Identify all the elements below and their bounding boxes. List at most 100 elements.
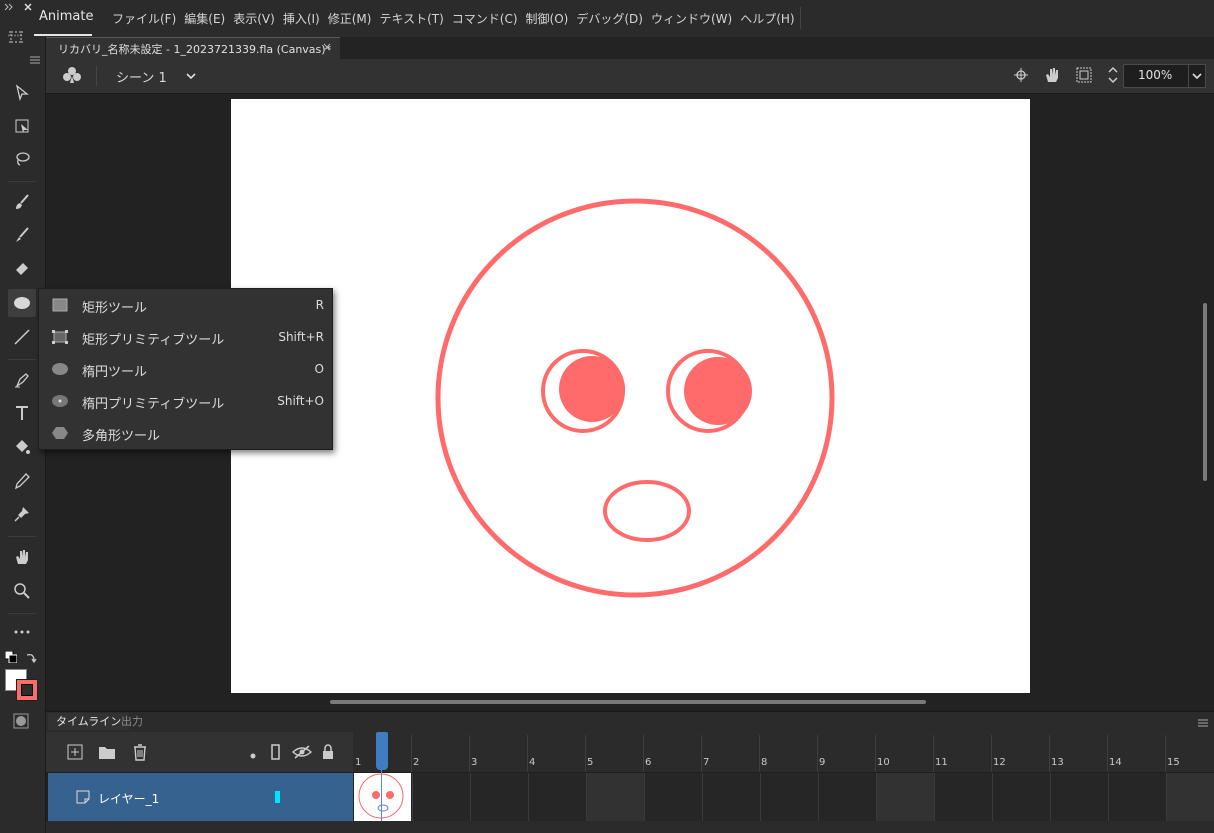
frame-number: 5 [587,757,594,768]
center-stage-icon[interactable] [1013,67,1029,86]
menu-help[interactable]: ヘルプ(H) [740,10,802,27]
frame-cell[interactable] [470,773,528,821]
eraser-tool-icon[interactable] [8,254,36,282]
panel-collapse-icon[interactable] [3,1,33,15]
lock-layers-icon[interactable] [321,743,335,763]
text-tool-icon[interactable] [8,399,36,427]
outline-view-icon[interactable] [271,744,281,763]
menu-debug[interactable]: デバッグ(D) [576,10,651,27]
layer-name: レイヤー_1 [98,792,160,806]
hide-layers-icon[interactable] [291,744,313,763]
delete-layer-icon[interactable] [132,743,148,764]
frame-tick [701,735,702,772]
menu-view[interactable]: 表示(V) [233,10,283,27]
flyout-item-rectangle-primitive[interactable]: 矩形プリミティブツール Shift+R [39,321,332,353]
frame-number: 12 [993,757,1006,768]
tab-output[interactable]: 出力 [121,713,143,730]
frame-cell[interactable] [412,773,470,821]
menu-file[interactable]: ファイル(F) [112,10,184,27]
menu-insert[interactable]: 挿入(I) [283,10,328,27]
zoom-stepper-icon[interactable] [1107,65,1119,88]
pin-tool-icon[interactable] [8,500,36,528]
new-layer-icon[interactable] [67,744,83,763]
timeline-header [46,711,1214,732]
swap-colors-icon[interactable] [25,651,37,666]
edit-bar [46,59,1214,94]
panel-menu-icon[interactable] [1198,716,1208,730]
flyout-item-oval-primitive[interactable]: 楕円プリミティブツール Shift+O [39,385,332,417]
frame-tick [1049,735,1050,772]
menu-text[interactable]: テキスト(T) [379,10,451,27]
flyout-item-oval[interactable]: 楕円ツール O [39,353,332,385]
horizontal-scrollbar[interactable] [330,700,926,704]
rotate-stage-icon[interactable] [1043,66,1061,87]
layer-color-marker[interactable] [275,791,280,803]
oval-icon [52,363,68,375]
frame-tick [875,735,876,772]
frame-cell[interactable] [528,773,586,821]
close-tab-icon[interactable]: × [322,40,332,54]
edit-toolbar-icon[interactable] [2,23,30,51]
paint-bucket-tool-icon[interactable] [8,433,36,461]
layer-row[interactable] [48,773,353,821]
app-title: Animate [39,9,94,24]
frame-cell[interactable] [934,773,992,821]
lasso-tool-icon[interactable] [8,145,36,173]
selection-tool-icon[interactable] [8,79,36,107]
menu-edit[interactable]: 編集(E) [184,10,233,27]
eyedropper-tool-icon[interactable] [8,467,36,495]
new-folder-icon[interactable] [98,744,116,763]
clip-content-icon[interactable] [1076,67,1092,86]
frame-cell[interactable] [1108,773,1166,821]
frame-cell[interactable] [1050,773,1108,821]
menu-control[interactable]: 制御(O) [526,10,577,27]
chevron-down-icon [1192,73,1202,80]
flyout-item-rectangle[interactable]: 矩形ツール R [39,289,332,321]
toolbar-divider [8,181,36,182]
frame-cell[interactable] [760,773,818,821]
stage[interactable] [231,99,1030,693]
frame-ruler[interactable] [353,732,1214,772]
default-colors-icon[interactable] [4,650,18,666]
vertical-scrollbar[interactable] [1203,303,1207,481]
frame-cell[interactable] [876,773,934,821]
menu-window[interactable]: ウィンドウ(W) [651,10,740,27]
object-drawing-icon[interactable] [13,713,29,732]
more-tools-icon[interactable] [8,618,36,646]
stroke-color-swatch[interactable] [16,679,38,701]
menu-commands[interactable]: コマンド(C) [452,10,526,27]
keyframe-thumbnail[interactable] [354,773,411,821]
oval-tool-icon[interactable] [8,289,36,317]
frame-cell[interactable] [586,773,644,821]
chevron-down-icon[interactable] [185,70,197,84]
zoom-dropdown[interactable] [1188,64,1206,88]
pen-tool-icon[interactable] [8,366,36,394]
frame-cell[interactable] [1166,773,1214,821]
flyout-item-polygon[interactable]: 多角形ツール [39,417,332,449]
menu-modify[interactable]: 修正(M) [328,10,380,27]
menu-divider [800,7,801,29]
playhead[interactable] [376,732,388,770]
scene-icon[interactable] [62,66,82,87]
frame-cell[interactable] [992,773,1050,821]
zoom-tool-icon[interactable] [8,577,36,605]
stage-artwork [435,198,835,598]
frame-number: 9 [819,757,826,768]
frame-number: 14 [1109,757,1122,768]
panel-menu-icon[interactable] [30,53,40,67]
frame-number: 3 [471,757,478,768]
frame-cell[interactable] [644,773,702,821]
line-tool-icon[interactable] [8,323,36,351]
frame-cell[interactable] [702,773,760,821]
brush-tool-icon[interactable] [8,221,36,249]
hand-tool-icon[interactable] [8,543,36,571]
highlight-layers-icon[interactable] [249,749,257,763]
layer-icon [76,790,90,807]
tab-timeline[interactable]: タイムライン [48,713,130,730]
frame-cell[interactable] [818,773,876,821]
rectangle-primitive-icon [52,330,68,344]
frame-tick [1165,735,1166,772]
paint-brush-tool-icon[interactable] [8,188,36,216]
free-transform-tool-icon[interactable] [8,112,36,140]
frame-number: 11 [935,757,948,768]
